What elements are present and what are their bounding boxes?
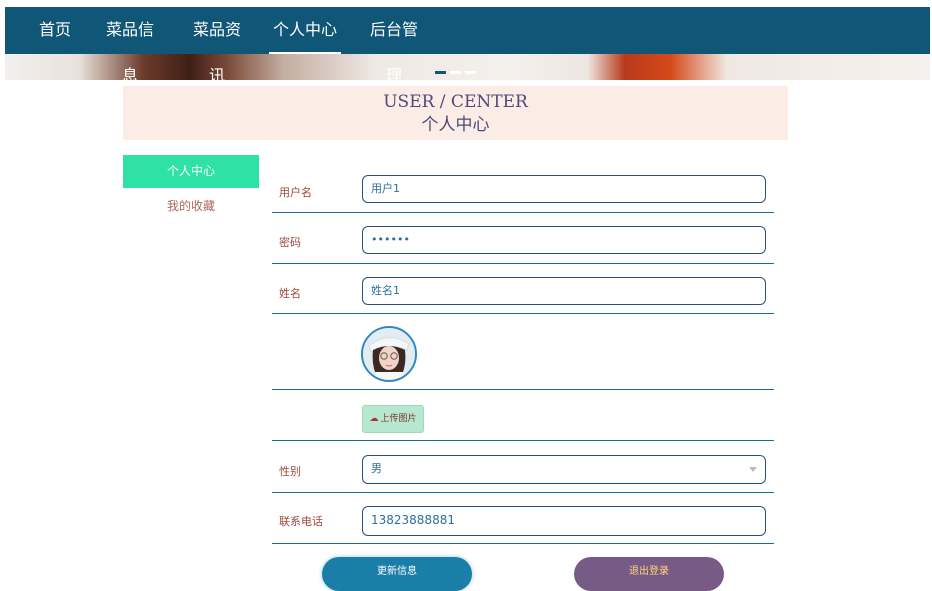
cloud-upload-icon: ☁: [369, 414, 379, 424]
carousel-indicators: [435, 59, 480, 78]
top-nav: 首页 菜品信息 菜品资讯 个人中心 后台管理: [5, 7, 930, 85]
form-row-name: 姓名 姓名1: [272, 264, 774, 314]
sidebar-item-user-center[interactable]: 个人中心: [123, 155, 259, 188]
gender-selected-value: 男: [371, 462, 382, 475]
page-title-cn: 个人中心: [421, 115, 490, 135]
gender-label: 性别: [279, 465, 301, 478]
name-label: 姓名: [279, 287, 301, 300]
carousel-dot-1[interactable]: [435, 71, 446, 74]
form-row-avatar: [272, 314, 774, 390]
username-input[interactable]: 用户1: [362, 175, 766, 203]
phone-input[interactable]: 13823888881: [362, 506, 766, 536]
nav-admin[interactable]: 后台管理: [363, 7, 425, 85]
upload-image-button[interactable]: ☁ 上传图片: [362, 405, 424, 433]
username-label: 用户名: [279, 186, 312, 199]
phone-label: 联系电话: [279, 515, 323, 528]
carousel-dot-2[interactable]: [450, 71, 461, 74]
form-row-password: 密码 ••••••: [272, 213, 774, 264]
nav-home[interactable]: 首页: [39, 7, 71, 54]
nav-user-center[interactable]: 个人中心: [269, 7, 341, 54]
upload-button-label: 上传图片: [380, 414, 417, 424]
password-label: 密码: [279, 236, 301, 249]
chevron-down-icon: [749, 467, 757, 472]
gender-select[interactable]: 男: [362, 455, 766, 484]
nav-dish-news[interactable]: 菜品资讯: [186, 7, 248, 85]
banner-carousel: [5, 54, 930, 80]
nav-dish-info[interactable]: 菜品信息: [99, 7, 161, 85]
form-row-upload: ☁ 上传图片: [272, 390, 774, 441]
form-row-gender: 性别 男: [272, 441, 774, 493]
avatar-image: [361, 326, 417, 382]
form-row-phone: 联系电话 13823888881: [272, 493, 774, 544]
update-info-button[interactable]: 更新信息: [322, 557, 472, 591]
carousel-dot-3[interactable]: [465, 71, 476, 74]
sidebar-item-favorites[interactable]: 我的收藏: [123, 196, 259, 218]
form-row-username: 用户名 用户1: [272, 165, 774, 213]
name-input[interactable]: 姓名1: [362, 277, 766, 305]
logout-button[interactable]: 退出登录: [574, 557, 724, 591]
password-input[interactable]: ••••••: [362, 226, 766, 254]
